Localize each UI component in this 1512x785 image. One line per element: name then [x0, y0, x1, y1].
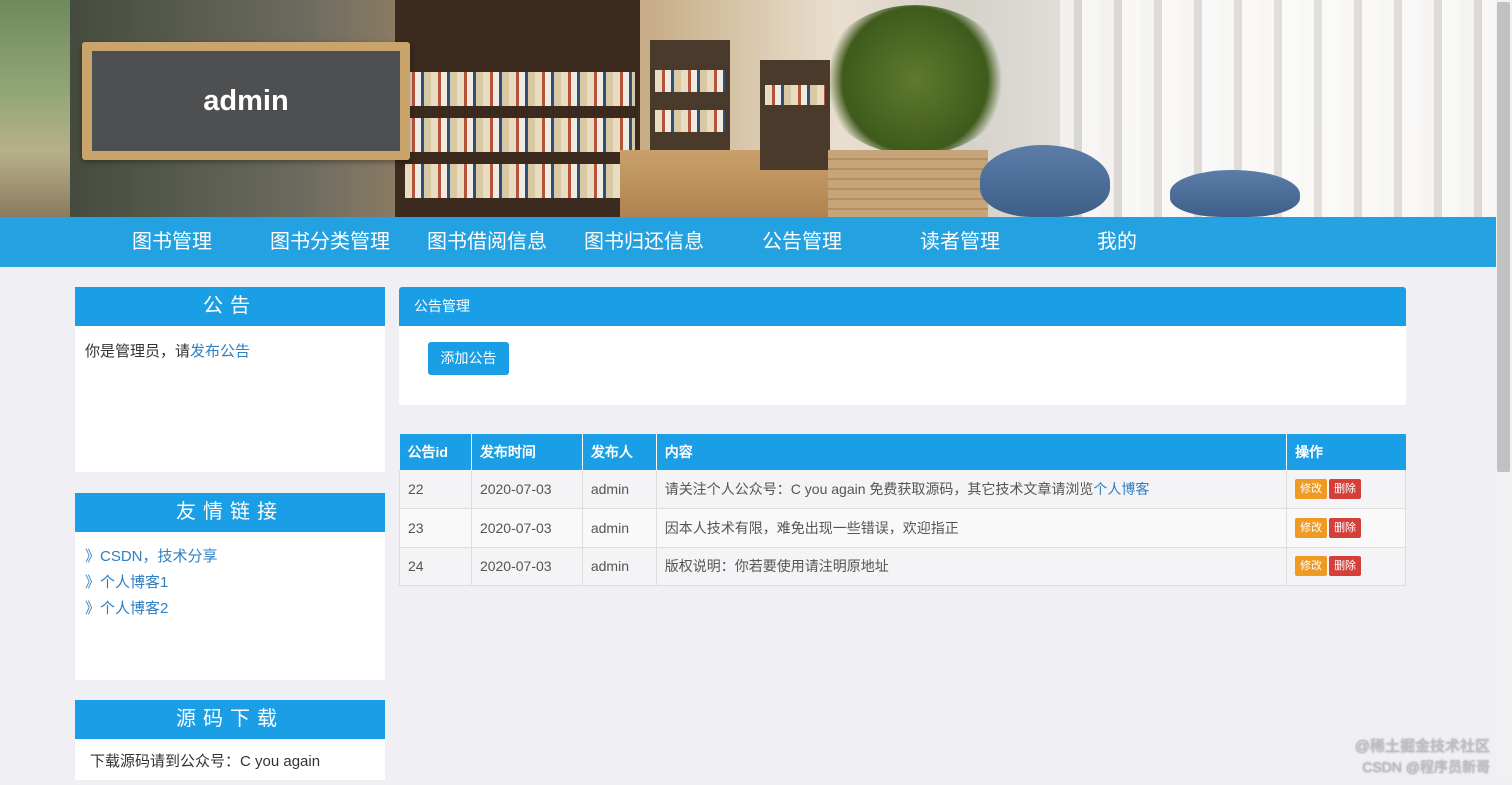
cell-author: admin — [582, 508, 657, 548]
notice-panel-title: 公告 — [75, 287, 385, 326]
title-board: admin — [82, 42, 410, 160]
nav-item-book-category-management[interactable]: 图书分类管理 — [265, 217, 395, 267]
notice-panel-text: 你是管理员，请 — [85, 343, 191, 360]
friend-link-csdn[interactable]: 》CSDN，技术分享 — [85, 544, 375, 570]
col-header-content: 内容 — [656, 434, 1288, 470]
cell-actions: 修改 删除 — [1286, 547, 1406, 586]
nav-item-reader-management[interactable]: 读者管理 — [900, 217, 1020, 267]
cell-content: 请关注个人公众号：C you again 免费获取源码，其它技术文章请浏览个人博… — [656, 470, 1288, 509]
site-title: admin — [203, 84, 289, 117]
nav-item-notice-management[interactable]: 公告管理 — [742, 217, 862, 267]
source-download-panel: 源码下载 下载源码请到公众号：C you again — [75, 700, 385, 780]
cell-date: 2020-07-03 — [471, 547, 583, 586]
cell-date: 2020-07-03 — [471, 470, 583, 509]
nav-item-mine[interactable]: 我的 — [1077, 217, 1157, 267]
personal-blog-link[interactable]: 个人博客 — [1093, 481, 1149, 497]
notice-management-panel: 公告管理 添加公告 — [399, 287, 1406, 405]
main-nav: 图书管理 图书分类管理 图书借阅信息 图书归还信息 公告管理 读者管理 我的 — [0, 217, 1496, 267]
friend-link-blog-1[interactable]: 》个人博客1 — [85, 570, 375, 596]
delete-button[interactable]: 删除 — [1329, 479, 1362, 499]
cell-author: admin — [582, 470, 657, 509]
friend-link-blog-2[interactable]: 》个人博客2 — [85, 596, 375, 622]
cell-id: 24 — [399, 547, 472, 586]
friend-links-title: 友情链接 — [75, 493, 385, 532]
cell-content: 因本人技术有限，难免出现一些错误，欢迎指正 — [656, 508, 1288, 548]
notice-panel: 公告 你是管理员，请发布公告 — [75, 287, 385, 472]
banner-plant — [820, 5, 1010, 155]
notice-table: 公告id 发布时间 发布人 内容 操作 22 2020-07-03 admin … — [399, 434, 1406, 586]
notice-management-title: 公告管理 — [399, 287, 1406, 326]
table-row: 24 2020-07-03 admin 版权说明：你若要使用请注明原地址 修改删… — [399, 547, 1406, 586]
col-header-actions: 操作 — [1286, 434, 1406, 470]
publish-notice-link[interactable]: 发布公告 — [190, 343, 250, 360]
col-header-id: 公告id — [399, 434, 472, 470]
friend-links-panel: 友情链接 》CSDN，技术分享 》个人博客1 》个人博客2 — [75, 493, 385, 680]
nav-item-book-management[interactable]: 图书管理 — [112, 217, 232, 267]
table-row: 23 2020-07-03 admin 因本人技术有限，难免出现一些错误，欢迎指… — [399, 508, 1406, 548]
col-header-date: 发布时间 — [471, 434, 583, 470]
table-row: 22 2020-07-03 admin 请关注个人公众号：C you again… — [399, 470, 1406, 509]
cell-id: 22 — [399, 470, 472, 509]
source-download-text: 下载源码请到公众号：C you again — [90, 753, 321, 770]
edit-button[interactable]: 修改 — [1295, 479, 1328, 499]
nav-item-return-info[interactable]: 图书归还信息 — [579, 217, 709, 267]
nav-item-borrow-info[interactable]: 图书借阅信息 — [422, 217, 552, 267]
cell-actions: 修改 删除 — [1286, 470, 1406, 509]
table-header-row: 公告id 发布时间 发布人 内容 操作 — [399, 434, 1406, 470]
edit-button[interactable]: 修改 — [1295, 517, 1328, 538]
cell-content: 版权说明：你若要使用请注明原地址 — [656, 547, 1288, 586]
delete-button[interactable]: 删除 — [1329, 556, 1362, 577]
col-header-author: 发布人 — [582, 434, 657, 470]
edit-button[interactable]: 修改 — [1295, 556, 1328, 577]
delete-button[interactable]: 删除 — [1329, 517, 1362, 538]
cell-author: admin — [582, 547, 657, 586]
banner-window — [0, 0, 70, 217]
watermark-csdn: CSDN @程序员新哥 — [1362, 759, 1490, 775]
add-notice-button[interactable]: 添加公告 — [428, 342, 509, 375]
watermark-juejin: @稀土掘金技术社区 — [1354, 738, 1490, 755]
source-download-title: 源码下载 — [75, 700, 385, 739]
cell-content-text: 请关注个人公众号：C you again 免费获取源码，其它技术文章请浏览 — [664, 481, 1094, 497]
header-banner: admin — [0, 0, 1496, 217]
banner-chair — [980, 145, 1110, 217]
cell-id: 23 — [399, 508, 472, 548]
page-scrollbar-thumb[interactable] — [1497, 2, 1510, 472]
cell-date: 2020-07-03 — [471, 508, 583, 548]
cell-actions: 修改 删除 — [1286, 508, 1406, 548]
